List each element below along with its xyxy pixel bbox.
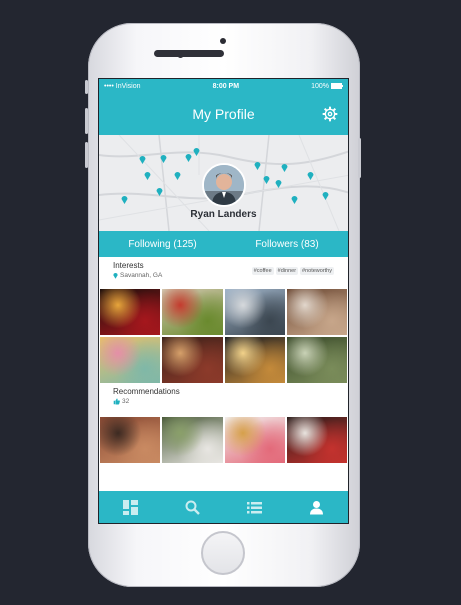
map-pin-icon[interactable] — [121, 195, 128, 204]
donut-photo[interactable] — [224, 417, 285, 463]
user-icon — [310, 500, 324, 514]
earpiece-speaker — [154, 50, 224, 57]
map-pin-icon[interactable] — [281, 163, 288, 172]
location-label: Savannah, GA — [120, 272, 163, 279]
header-bar: My Profile — [99, 93, 348, 135]
interests-photo-grid — [99, 289, 348, 383]
location-pin-icon — [113, 273, 118, 279]
tab-bar — [99, 491, 348, 523]
map-pin-icon[interactable] — [160, 154, 167, 163]
thumbs-up-icon — [113, 398, 120, 405]
clock: 8:00 PM — [212, 82, 240, 90]
search-icon — [185, 500, 200, 515]
macarons-photo[interactable] — [100, 337, 161, 383]
recommendations-photo-grid — [99, 417, 348, 463]
tab-search[interactable] — [184, 499, 200, 515]
neon-diner-photo[interactable] — [286, 417, 347, 463]
following-link[interactable]: Following (125) — [128, 239, 196, 250]
tag-noteworthy[interactable]: #noteworthy — [300, 267, 334, 275]
profile-name: Ryan Landers — [190, 209, 257, 220]
storefront-night-photo[interactable] — [224, 337, 285, 383]
app-screen: •••• InVision 8:00 PM 100% My Profile Ry… — [98, 78, 349, 524]
status-bar: •••• InVision 8:00 PM 100% — [99, 79, 348, 93]
map-pin-icon[interactable] — [254, 161, 261, 170]
map-pin-icon[interactable] — [174, 171, 181, 180]
tab-list[interactable] — [247, 499, 263, 515]
map-pin-icon[interactable] — [144, 171, 151, 180]
street-cafe-photo[interactable] — [162, 417, 223, 463]
power-button — [358, 138, 361, 178]
follow-bar: Following (125) Followers (83) — [99, 231, 348, 257]
salad-bowl-photo[interactable] — [162, 289, 223, 335]
map-pin-icon[interactable] — [185, 153, 192, 162]
interests-section: Interests Savannah, GA #coffee #dinner #… — [99, 257, 348, 289]
tab-dashboard[interactable] — [122, 499, 138, 515]
avatar[interactable] — [202, 163, 246, 207]
tag-coffee[interactable]: #coffee — [251, 267, 274, 275]
location-map[interactable]: Ryan Landers — [99, 135, 348, 231]
drinks-table-photo[interactable] — [286, 289, 347, 335]
map-pin-icon[interactable] — [322, 191, 329, 200]
recommendations-title: Recommendations — [113, 387, 180, 396]
map-pin-icon[interactable] — [291, 195, 298, 204]
mute-switch — [85, 80, 88, 94]
map-pin-icon[interactable] — [263, 175, 270, 184]
battery-icon — [330, 82, 343, 89]
proximity-sensor — [220, 38, 226, 44]
volume-down-button — [85, 142, 88, 168]
recommendations-count: 32 — [122, 398, 130, 405]
pizza-sign-photo[interactable] — [100, 289, 161, 335]
tab-profile[interactable] — [309, 499, 325, 515]
carrier-label: •••• InVision — [104, 82, 141, 90]
volume-up-button — [85, 108, 88, 134]
map-pin-icon[interactable] — [156, 187, 163, 196]
recommendations-section: Recommendations 32 — [99, 383, 348, 417]
recommendations-count-line: 32 — [113, 398, 334, 405]
food-truck-photo[interactable] — [224, 289, 285, 335]
home-button[interactable] — [201, 531, 245, 575]
restaurant-interior-photo[interactable] — [162, 337, 223, 383]
followers-link[interactable]: Followers (83) — [255, 239, 318, 250]
map-pin-icon[interactable] — [275, 179, 282, 188]
tag-list: #coffee #dinner #noteworthy — [251, 267, 334, 275]
tag-dinner[interactable]: #dinner — [275, 267, 299, 275]
brick-wall-photo[interactable] — [100, 417, 161, 463]
gear-icon[interactable] — [322, 106, 338, 122]
list-icon — [247, 501, 263, 513]
battery-label: 100% — [311, 83, 343, 90]
page-title: My Profile — [192, 106, 255, 122]
dashboard-icon — [122, 499, 138, 515]
oak-avenue-photo[interactable] — [286, 337, 347, 383]
map-pin-icon[interactable] — [139, 155, 146, 164]
map-pin-icon[interactable] — [307, 171, 314, 180]
user-portrait — [204, 165, 244, 205]
map-pin-icon[interactable] — [193, 147, 200, 156]
